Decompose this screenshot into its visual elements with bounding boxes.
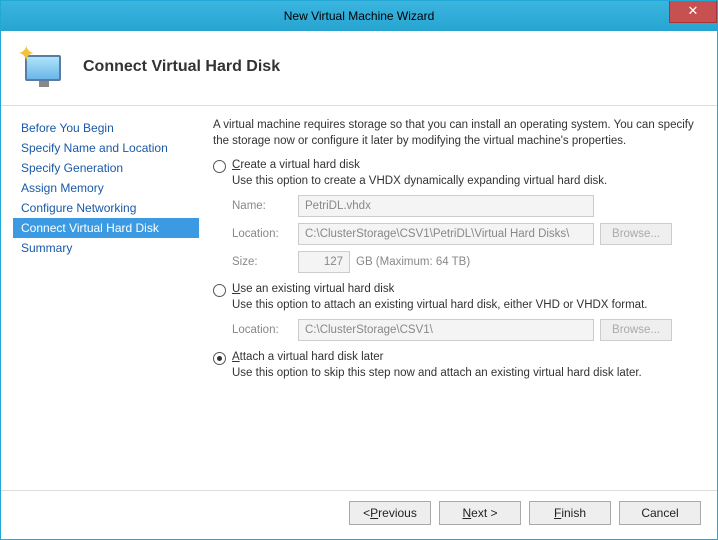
close-button[interactable]: ✕ [669, 1, 717, 23]
size-suffix: GB (Maximum: 64 TB) [356, 256, 470, 268]
radio-create-vhd[interactable] [213, 160, 226, 173]
wizard-content: A virtual machine requires storage so th… [207, 114, 705, 490]
next-button[interactable]: Next > [439, 501, 521, 525]
step-specify-generation[interactable]: Specify Generation [13, 158, 199, 178]
finish-button[interactable]: Finish [529, 501, 611, 525]
step-summary[interactable]: Summary [13, 238, 199, 258]
radio-attach-later[interactable] [213, 352, 226, 365]
name-field: PetriDL.vhdx [298, 195, 594, 217]
wizard-icon: ✦ [19, 43, 67, 91]
option-attach-later: Attach a virtual hard disk later Use thi… [213, 351, 701, 379]
cancel-button[interactable]: Cancel [619, 501, 701, 525]
page-title: Connect Virtual Hard Disk [83, 58, 280, 76]
title-bar: New Virtual Machine Wizard ✕ [1, 1, 717, 31]
existing-location-label: Location: [232, 324, 292, 336]
size-label: Size: [232, 256, 292, 268]
option-create-vhd: Create a virtual hard disk Use this opti… [213, 159, 701, 273]
location-field: C:\ClusterStorage\CSV1\PetriDL\Virtual H… [298, 223, 594, 245]
radio-later-label: Attach a virtual hard disk later [232, 351, 384, 363]
location-label: Location: [232, 228, 292, 240]
browse-button-create: Browse... [600, 223, 672, 245]
hint-later: Use this option to skip this step now an… [232, 367, 701, 379]
browse-button-existing: Browse... [600, 319, 672, 341]
intro-text: A virtual machine requires storage so th… [213, 118, 701, 149]
step-assign-memory[interactable]: Assign Memory [13, 178, 199, 198]
size-field: 127 [298, 251, 350, 273]
window-title: New Virtual Machine Wizard [1, 9, 717, 23]
radio-existing-vhd[interactable] [213, 284, 226, 297]
step-specify-name[interactable]: Specify Name and Location [13, 138, 199, 158]
previous-button[interactable]: < Previous [349, 501, 431, 525]
radio-existing-label: Use an existing virtual hard disk [232, 283, 394, 295]
wizard-header: ✦ Connect Virtual Hard Disk [1, 31, 717, 106]
radio-create-label: Create a virtual hard disk [232, 159, 360, 171]
name-label: Name: [232, 200, 292, 212]
step-connect-vhd[interactable]: Connect Virtual Hard Disk [13, 218, 199, 238]
step-configure-networking[interactable]: Configure Networking [13, 198, 199, 218]
wizard-footer: < Previous Next > Finish Cancel [1, 490, 717, 539]
existing-location-field: C:\ClusterStorage\CSV1\ [298, 319, 594, 341]
hint-existing: Use this option to attach an existing vi… [232, 299, 701, 311]
option-existing-vhd: Use an existing virtual hard disk Use th… [213, 283, 701, 341]
wizard-steps: Before You Begin Specify Name and Locati… [13, 114, 199, 490]
step-before-you-begin[interactable]: Before You Begin [13, 118, 199, 138]
hint-create: Use this option to create a VHDX dynamic… [232, 175, 701, 187]
